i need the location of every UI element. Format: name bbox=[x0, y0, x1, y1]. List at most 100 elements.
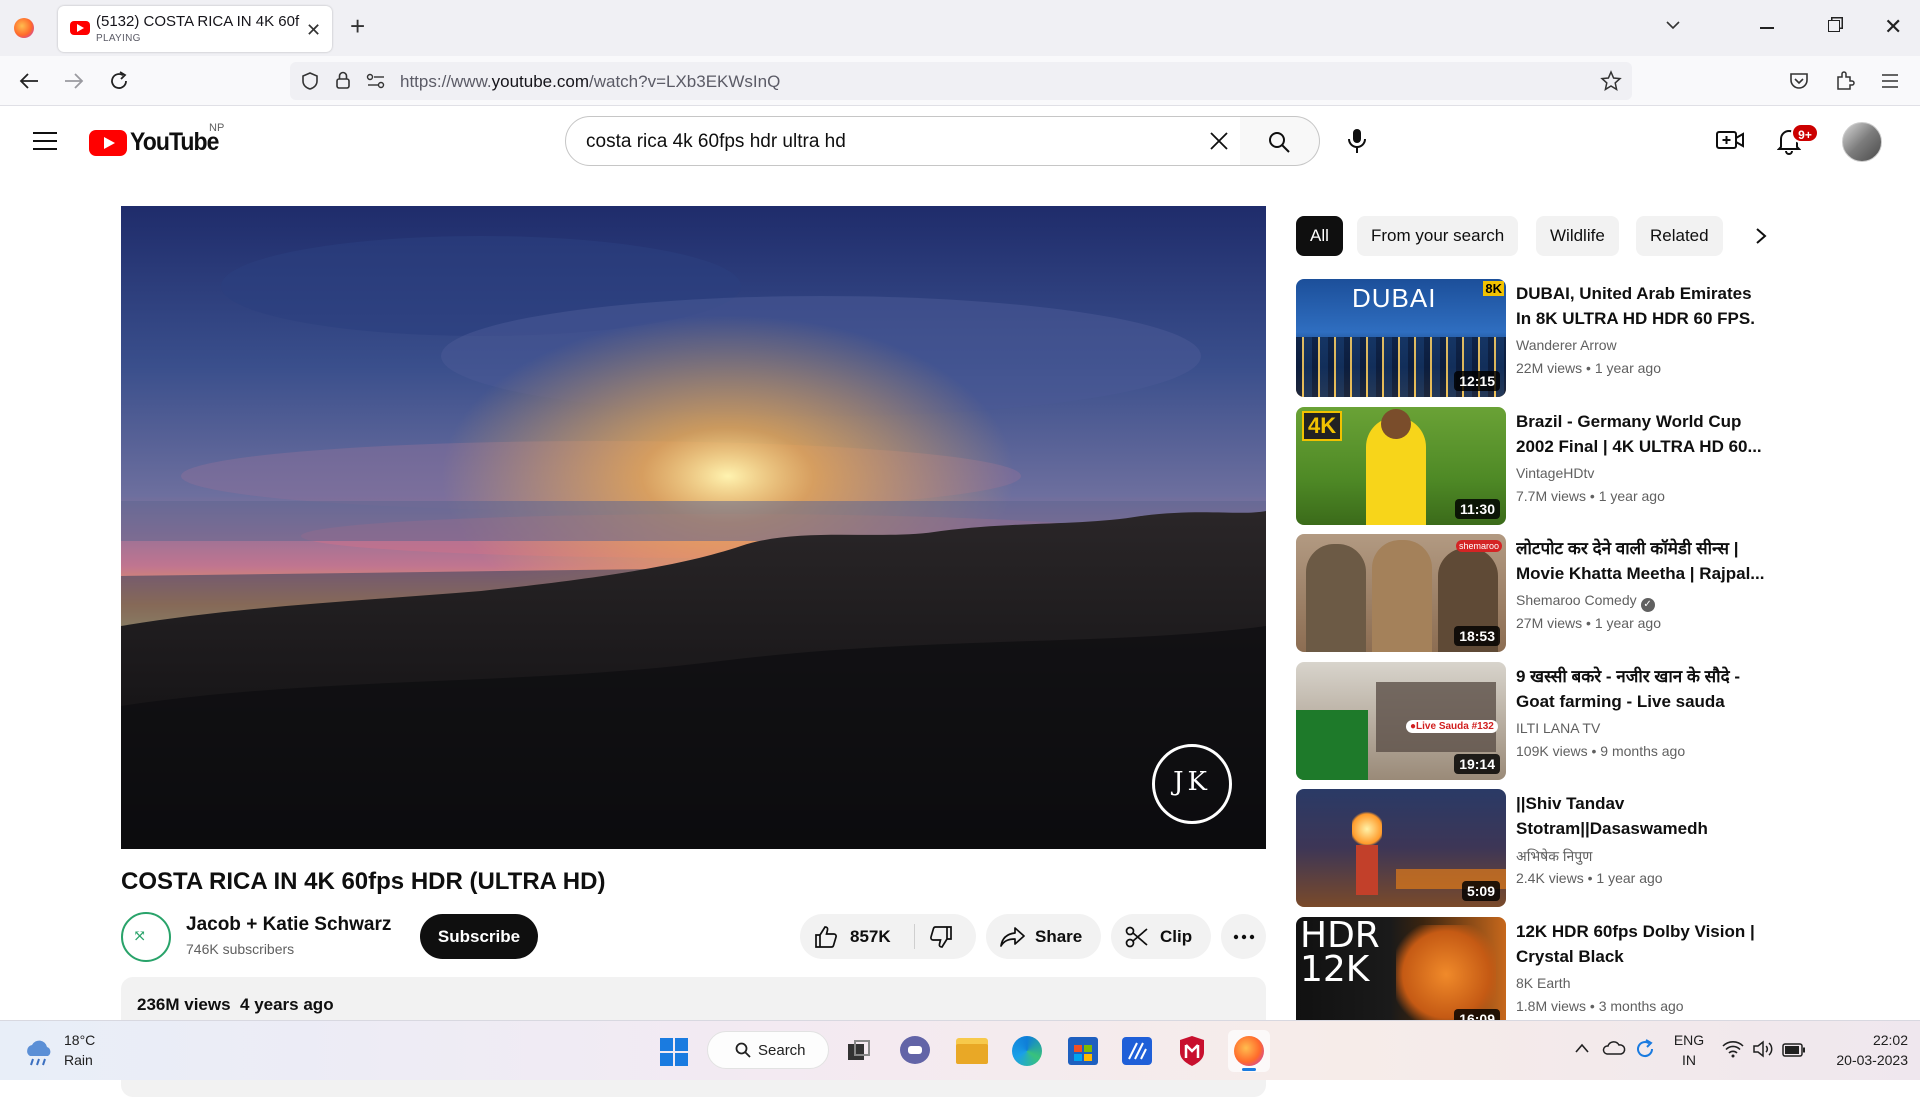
related-video-item[interactable]: 4K 11:30 Brazil - Germany World Cup 2002… bbox=[1296, 407, 1766, 525]
like-count: 857K bbox=[850, 927, 891, 946]
related-thumbnail[interactable]: 4K 11:30 bbox=[1296, 407, 1506, 525]
file-explorer-icon[interactable] bbox=[956, 1038, 988, 1064]
firefox-menu-icon[interactable] bbox=[14, 18, 34, 38]
share-label: Share bbox=[1035, 927, 1083, 946]
tab-close-icon[interactable]: ✕ bbox=[306, 20, 321, 41]
related-channel[interactable]: अभिषेक निपुण bbox=[1516, 847, 1592, 866]
video-player[interactable]: JK bbox=[121, 206, 1266, 849]
account-avatar[interactable] bbox=[1842, 122, 1882, 162]
related-meta: 7.7M views • 1 year ago bbox=[1516, 488, 1665, 504]
extensions-icon[interactable] bbox=[1834, 70, 1856, 92]
related-title[interactable]: लोटपोट कर देने वाली कॉमेडी सीन्स | Movie… bbox=[1516, 536, 1766, 586]
youtube-logo[interactable]: YouTube NP bbox=[89, 122, 249, 158]
battery-icon[interactable] bbox=[1782, 1043, 1806, 1057]
app-launcher-icon[interactable] bbox=[1122, 1037, 1152, 1065]
wifi-icon[interactable] bbox=[1722, 1040, 1744, 1058]
related-thumbnail[interactable]: 5:09 bbox=[1296, 789, 1506, 907]
channel-name-link[interactable]: Jacob + Katie Schwarz bbox=[186, 914, 391, 936]
reload-icon[interactable] bbox=[108, 70, 130, 92]
dubai-thumb-text: DUBAI bbox=[1352, 283, 1437, 313]
upload-date: 4 years ago bbox=[240, 995, 334, 1014]
bookmark-star-icon[interactable] bbox=[1600, 70, 1622, 92]
forward-icon[interactable] bbox=[63, 70, 85, 92]
related-title[interactable]: 12K HDR 60fps Dolby Vision | Crystal Bla… bbox=[1516, 919, 1766, 969]
tracking-protection-icon[interactable] bbox=[300, 71, 320, 91]
microsoft-store-icon[interactable] bbox=[1068, 1037, 1098, 1065]
related-thumbnail[interactable]: shemaroo 18:53 bbox=[1296, 534, 1506, 652]
lock-icon[interactable] bbox=[334, 70, 352, 90]
weather-widget[interactable]: 18°C Rain bbox=[20, 1032, 130, 1072]
channel-avatar[interactable]: ⤧ bbox=[121, 912, 171, 962]
chip-all[interactable]: All bbox=[1296, 216, 1343, 256]
channel-watermark-logo[interactable]: JK bbox=[1152, 744, 1232, 824]
restore-icon[interactable] bbox=[1828, 20, 1840, 32]
weather-temperature: 18°C bbox=[64, 1032, 96, 1048]
task-view-icon[interactable] bbox=[848, 1040, 872, 1062]
language-indicator[interactable]: ENG IN bbox=[1672, 1032, 1706, 1072]
firefox-taskbar-icon[interactable] bbox=[1228, 1030, 1270, 1072]
app-menu-icon[interactable] bbox=[1880, 72, 1900, 90]
related-channel[interactable]: VintageHDtv bbox=[1516, 465, 1594, 481]
view-count-and-date: 236M views 4 years ago bbox=[137, 995, 334, 1015]
volume-icon[interactable] bbox=[1752, 1040, 1774, 1058]
related-thumbnail[interactable]: DUBAI 8K 12:15 bbox=[1296, 279, 1506, 397]
video-duration: 19:14 bbox=[1454, 754, 1500, 774]
clear-search-icon[interactable] bbox=[1208, 130, 1230, 152]
close-window-icon[interactable]: ✕ bbox=[1884, 14, 1902, 40]
teams-chat-icon[interactable] bbox=[900, 1036, 930, 1064]
mcafee-icon[interactable] bbox=[1178, 1036, 1206, 1066]
chips-next-arrow-icon[interactable] bbox=[1754, 226, 1768, 246]
related-thumbnail[interactable]: HDR 12K 16:09 bbox=[1296, 917, 1506, 1035]
pocket-icon[interactable] bbox=[1788, 70, 1810, 92]
related-video-item[interactable]: 5:09 ||Shiv Tandav Stotram||Dasaswamedh … bbox=[1296, 789, 1766, 907]
related-video-item[interactable]: HDR 12K 16:09 12K HDR 60fps Dolby Vision… bbox=[1296, 917, 1766, 1035]
address-bar[interactable]: https://www.youtube.com/watch?v=LXb3EKWs… bbox=[290, 62, 1632, 100]
onedrive-cloud-icon[interactable] bbox=[1602, 1040, 1626, 1056]
weather-rain-icon bbox=[22, 1038, 56, 1068]
chip-related[interactable]: Related bbox=[1636, 216, 1723, 256]
like-button[interactable]: 857K bbox=[800, 914, 914, 959]
related-title[interactable]: DUBAI, United Arab Emirates In 8K ULTRA … bbox=[1516, 281, 1766, 331]
related-channel[interactable]: Shemaroo Comedy ✓ bbox=[1516, 592, 1655, 612]
region-code: IN bbox=[1682, 1052, 1696, 1068]
dislike-button[interactable] bbox=[915, 914, 976, 959]
related-video-item[interactable]: shemaroo 18:53 लोटपोट कर देने वाली कॉमेड… bbox=[1296, 534, 1766, 652]
notification-count-badge: 9+ bbox=[1791, 123, 1819, 143]
related-title[interactable]: Brazil - Germany World Cup 2002 Final | … bbox=[1516, 409, 1766, 459]
search-button[interactable] bbox=[1240, 116, 1320, 166]
edge-browser-icon[interactable] bbox=[1012, 1036, 1042, 1066]
tab-title: (5132) COSTA RICA IN 4K 60fps HDR (ULTRA… bbox=[96, 13, 300, 30]
related-meta: 109K views • 9 months ago bbox=[1516, 743, 1686, 759]
related-video-item[interactable]: ●Live Sauda #132 19:14 9 खस्सी बकरे - नज… bbox=[1296, 662, 1766, 780]
related-title[interactable]: ||Shiv Tandav Stotram||Dasaswamedh ghat,… bbox=[1516, 791, 1766, 841]
clock-time: 22:02 bbox=[1872, 1032, 1908, 1048]
back-icon[interactable] bbox=[18, 70, 40, 92]
new-tab-icon[interactable]: + bbox=[350, 11, 365, 42]
voice-search-button[interactable] bbox=[1332, 116, 1382, 166]
taskbar-search-box[interactable]: Search bbox=[707, 1031, 829, 1069]
minimize-icon[interactable] bbox=[1760, 27, 1774, 29]
subscribe-button[interactable]: Subscribe bbox=[420, 914, 538, 959]
show-hidden-icons-chevron-icon[interactable] bbox=[1574, 1042, 1590, 1054]
browser-tab-youtube[interactable]: (5132) COSTA RICA IN 4K 60fps HDR (ULTRA… bbox=[58, 6, 332, 52]
related-channel[interactable]: ILTI LANA TV bbox=[1516, 720, 1600, 736]
related-meta: 1.8M views • 3 months ago bbox=[1516, 998, 1684, 1014]
sync-icon[interactable] bbox=[1634, 1038, 1656, 1060]
create-video-icon[interactable] bbox=[1716, 128, 1744, 152]
share-button[interactable]: Share bbox=[986, 914, 1101, 959]
chip-wildlife[interactable]: Wildlife bbox=[1536, 216, 1619, 256]
related-channel[interactable]: 8K Earth bbox=[1516, 975, 1570, 991]
list-all-tabs-icon[interactable] bbox=[1664, 16, 1682, 34]
related-channel[interactable]: Wanderer Arrow bbox=[1516, 337, 1617, 353]
chip-from-your-search[interactable]: From your search bbox=[1357, 216, 1519, 256]
clock[interactable]: 22:02 20-03-2023 bbox=[1820, 1032, 1908, 1072]
related-title[interactable]: 9 खस्सी बकरे - नजीर खान के सौदे - Goat f… bbox=[1516, 664, 1766, 714]
more-actions-button[interactable] bbox=[1221, 914, 1266, 959]
clip-button[interactable]: Clip bbox=[1111, 914, 1211, 959]
search-input[interactable]: costa rica 4k 60fps hdr ultra hd bbox=[565, 116, 1241, 166]
related-thumbnail[interactable]: ●Live Sauda #132 19:14 bbox=[1296, 662, 1506, 780]
permissions-icon[interactable] bbox=[366, 72, 386, 90]
start-windows-icon[interactable] bbox=[660, 1038, 688, 1066]
guide-menu-icon[interactable] bbox=[32, 130, 58, 152]
related-video-item[interactable]: DUBAI 8K 12:15 DUBAI, United Arab Emirat… bbox=[1296, 279, 1766, 397]
